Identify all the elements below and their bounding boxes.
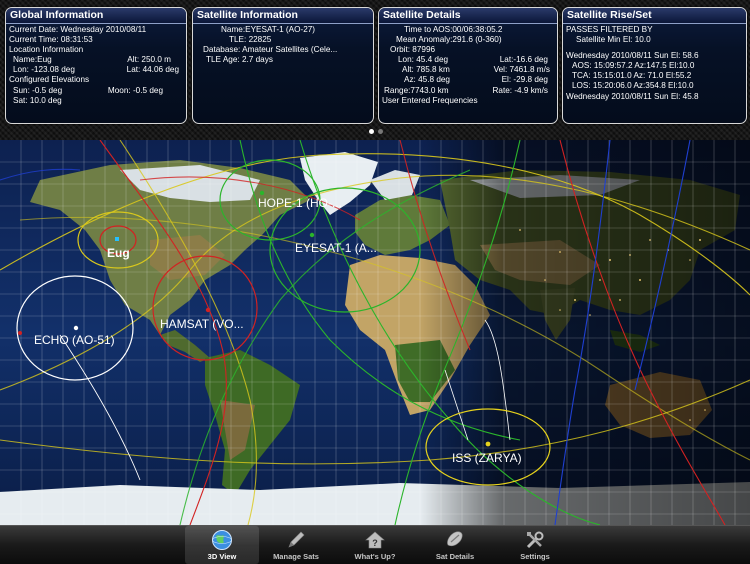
pass-los: LOS: 15:20:06.0 Az:354.8 El:10.0 xyxy=(572,81,694,91)
satellite-label-hope[interactable]: HOPE-1 (HO-... xyxy=(258,196,342,210)
satellite-label-hamsat[interactable]: HAMSAT (VO... xyxy=(160,317,244,331)
satellite-tle: TLE: 22825 xyxy=(229,35,272,45)
satellite-label-iss[interactable]: ISS (ZARYA) xyxy=(452,451,522,465)
user-frequencies-header: User Entered Frequencies xyxy=(382,95,478,105)
global-information-panel[interactable]: Global Information Current Date: Wednesd… xyxy=(5,7,187,124)
page-indicator-dot[interactable] xyxy=(378,129,383,134)
info-panels-area[interactable]: Global Information Current Date: Wednesd… xyxy=(0,0,750,140)
sat-elevation: Sat: 10.0 deg xyxy=(13,95,62,105)
satellite-icon xyxy=(447,531,463,547)
tab-label: Settings xyxy=(520,552,550,561)
house-question-icon: ? xyxy=(365,531,385,549)
location-marker[interactable] xyxy=(115,237,119,241)
echo-track-point xyxy=(18,331,22,335)
tab-label: 3D View xyxy=(207,552,237,561)
svg-text:?: ? xyxy=(372,538,378,548)
page-indicator-dot-active[interactable] xyxy=(369,129,374,134)
orbit-number: Orbit: 87996 xyxy=(390,45,436,55)
satellite-min-el: Satellite Min El: 10.0 xyxy=(576,35,651,45)
satellite-label-echo[interactable]: ECHO (AO-51) xyxy=(34,333,115,347)
tab-whats-up[interactable]: ? What's Up? xyxy=(338,526,412,564)
range-rate: Range:7743.0 km Rate: -4.9 km/s xyxy=(384,85,548,95)
panel-title: Satellite Details xyxy=(379,8,557,24)
pass-aos: AOS: 15:09:57.2 Az:147.5 El:10.0 xyxy=(572,61,695,71)
location-name-alt: Name:Eug Alt: 250.0 m xyxy=(13,55,171,65)
globe-icon xyxy=(212,530,232,550)
panel-title: Satellite Rise/Set xyxy=(563,8,746,24)
mean-anomaly: Mean Anomaly:291.6 (0-360) xyxy=(396,35,502,45)
tools-icon xyxy=(526,531,544,549)
satellite-name: Name:EYESAT-1 (AO-27) xyxy=(221,25,316,34)
tab-settings[interactable]: Settings xyxy=(498,526,572,564)
pass-tca: TCA: 15:15:01.0 Az: 71.0 El:55.2 xyxy=(572,71,692,81)
tab-label: Sat Details xyxy=(435,552,475,561)
satellite-details-panel[interactable]: Satellite Details Time to AOS:00/06:38:0… xyxy=(378,7,558,124)
location-lon-lat: Lon: -123.08 deg Lat: 44.06 deg xyxy=(13,65,179,75)
world-map[interactable]: Eug HOPE-1 (HO-... EYESAT-1 (A... HAMSAT… xyxy=(0,140,750,525)
elevations-header: Configured Elevations xyxy=(9,75,90,85)
satellite-tle-age: TLE Age: 2.7 days xyxy=(206,55,273,65)
alt-vel: Alt: 785.8 km Vel: 7461.8 m/s xyxy=(402,65,550,75)
location-header: Location Information xyxy=(9,45,84,55)
iss-marker[interactable] xyxy=(485,441,491,447)
current-time: Current Time: 08:31:53 xyxy=(9,35,93,45)
tab-sat-details[interactable]: Sat Details xyxy=(418,526,492,564)
lon-lat: Lon: 45.4 deg Lat:-16.6 deg xyxy=(398,55,548,65)
pencil-icon xyxy=(288,531,305,548)
satellite-rise-set-panel[interactable]: Satellite Rise/Set PASSES FILTERED BY Sa… xyxy=(562,7,747,124)
tab-3d-view[interactable]: 3D View xyxy=(185,526,259,564)
satellite-information-panel[interactable]: Satellite Information Name:EYESAT-1 (AO-… xyxy=(192,7,374,124)
passes-filtered-by: PASSES FILTERED BY xyxy=(566,25,653,34)
panel-title: Satellite Information xyxy=(193,8,373,24)
satellite-label-eyesat[interactable]: EYESAT-1 (A... xyxy=(295,241,377,255)
tab-manage-sats[interactable]: Manage Sats xyxy=(259,526,333,564)
echo-marker[interactable] xyxy=(73,325,79,331)
az-el: Az: 45.8 deg El: -29.8 deg xyxy=(404,75,548,85)
hamsat-marker[interactable] xyxy=(205,307,211,313)
sun-moon-elevation: Sun: -0.5 deg Moon: -0.5 deg xyxy=(13,85,163,95)
location-label: Eug xyxy=(107,246,130,260)
tab-bar: 3D View Manage Sats ? What's Up? Sat Det… xyxy=(0,525,750,564)
pass-date: Wednesday 2010/08/11 Sun El: 45.8 xyxy=(566,91,699,101)
tab-label: What's Up? xyxy=(354,552,396,561)
panel-title: Global Information xyxy=(6,8,186,24)
current-date: Current Date: Wednesday 2010/08/11 xyxy=(9,25,147,34)
pass-date: Wednesday 2010/08/11 Sun El: 58.6 xyxy=(566,51,699,61)
satellite-database: Database: Amateur Satellites (Cele... xyxy=(203,45,338,55)
time-to-aos: Time to AOS:00/06:38:05.2 xyxy=(404,25,503,34)
hope-marker[interactable] xyxy=(259,190,265,196)
eyesat-marker[interactable] xyxy=(309,232,315,238)
tab-label: Manage Sats xyxy=(273,552,319,561)
